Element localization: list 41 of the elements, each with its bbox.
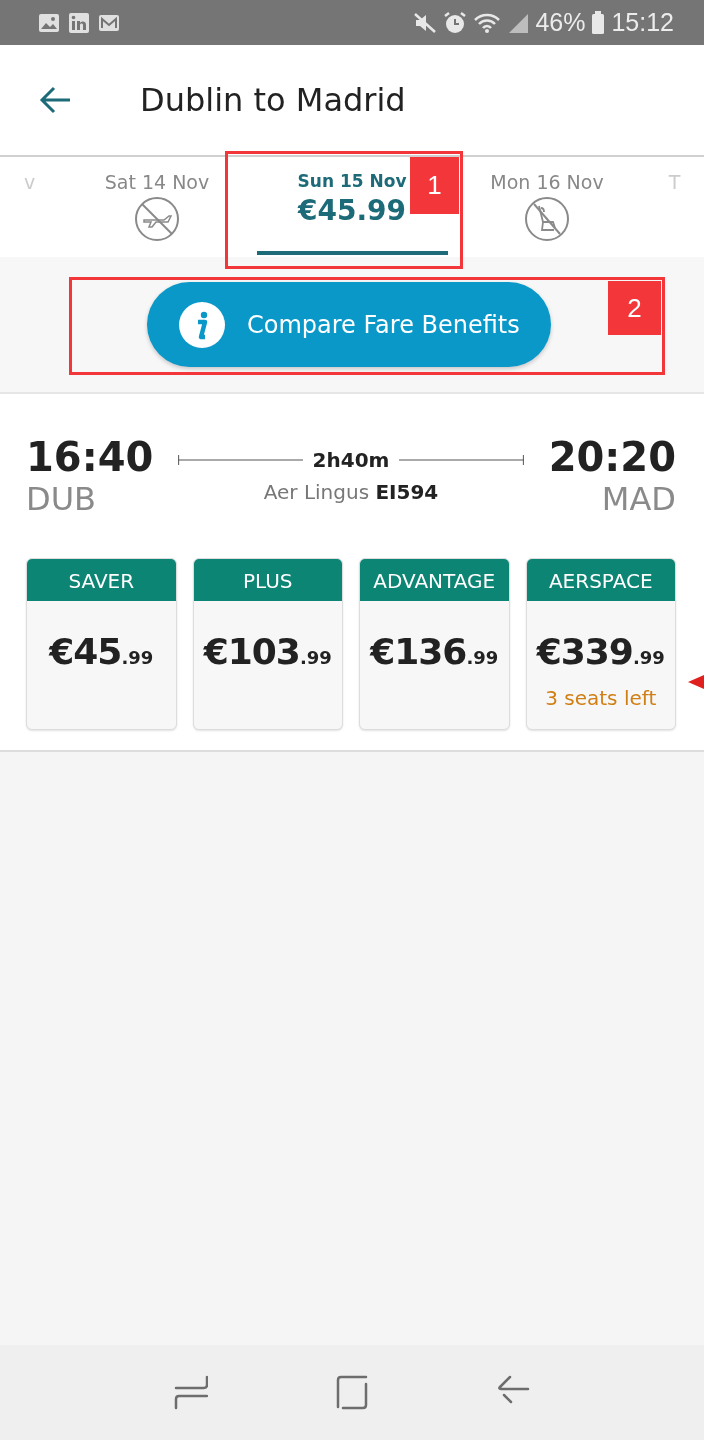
clock: 15:12 bbox=[611, 8, 674, 37]
back-arrow-icon[interactable] bbox=[38, 85, 72, 115]
arrival-airport: MAD bbox=[601, 480, 676, 518]
page-title: Dublin to Madrid bbox=[140, 81, 406, 119]
fare-card[interactable]: SAVER €45.99 bbox=[26, 558, 177, 730]
annotation-number: 1 bbox=[410, 157, 459, 214]
fare-card[interactable]: ADVANTAGE €136.99 bbox=[359, 558, 510, 730]
gallery-icon bbox=[38, 12, 60, 33]
fare-name: AERSPACE bbox=[526, 559, 675, 601]
wifi-icon bbox=[473, 11, 502, 34]
pointer-arrow-icon bbox=[688, 675, 704, 689]
mute-icon bbox=[413, 11, 438, 34]
crossed-seat-icon bbox=[524, 196, 570, 242]
date-tab[interactable]: Mon 16 Nov bbox=[477, 157, 617, 257]
arrival-time: 20:20 bbox=[548, 434, 676, 480]
info-icon bbox=[179, 301, 225, 348]
battery-percentage: 46% bbox=[535, 8, 586, 37]
alarm-icon bbox=[443, 10, 468, 35]
linkedin-icon bbox=[68, 11, 90, 34]
seats-left-note: 3 seats left bbox=[545, 686, 657, 710]
departure-airport: DUB bbox=[26, 480, 97, 518]
fare-name: ADVANTAGE bbox=[360, 559, 509, 601]
departure-time: 16:40 bbox=[26, 434, 154, 480]
crossed-plane-icon bbox=[134, 196, 180, 242]
fare-price: €103.99 bbox=[203, 631, 332, 672]
annotation-number: 2 bbox=[608, 281, 661, 335]
flight-duration: 2h40m bbox=[312, 448, 390, 472]
fare-price: €136.99 bbox=[370, 631, 499, 672]
fare-card[interactable]: AERSPACE €339.99 3 seats left bbox=[525, 558, 676, 730]
fare-price: €339.99 bbox=[536, 631, 665, 672]
compare-fare-benefits-button[interactable]: Compare Fare Benefits bbox=[147, 282, 551, 367]
fare-name: PLUS bbox=[193, 559, 342, 601]
fare-name: SAVER bbox=[27, 559, 176, 601]
date-tab[interactable]: Sat 14 Nov bbox=[87, 157, 227, 257]
flight-number: Aer Lingus EI594 bbox=[263, 480, 439, 504]
mail-icon bbox=[98, 13, 120, 32]
home-icon[interactable] bbox=[335, 1374, 369, 1411]
battery-icon bbox=[591, 10, 606, 35]
fare-card[interactable]: PLUS €103.99 bbox=[192, 558, 343, 730]
recent-apps-icon[interactable] bbox=[173, 1374, 208, 1411]
fare-price: €45.99 bbox=[49, 631, 154, 672]
